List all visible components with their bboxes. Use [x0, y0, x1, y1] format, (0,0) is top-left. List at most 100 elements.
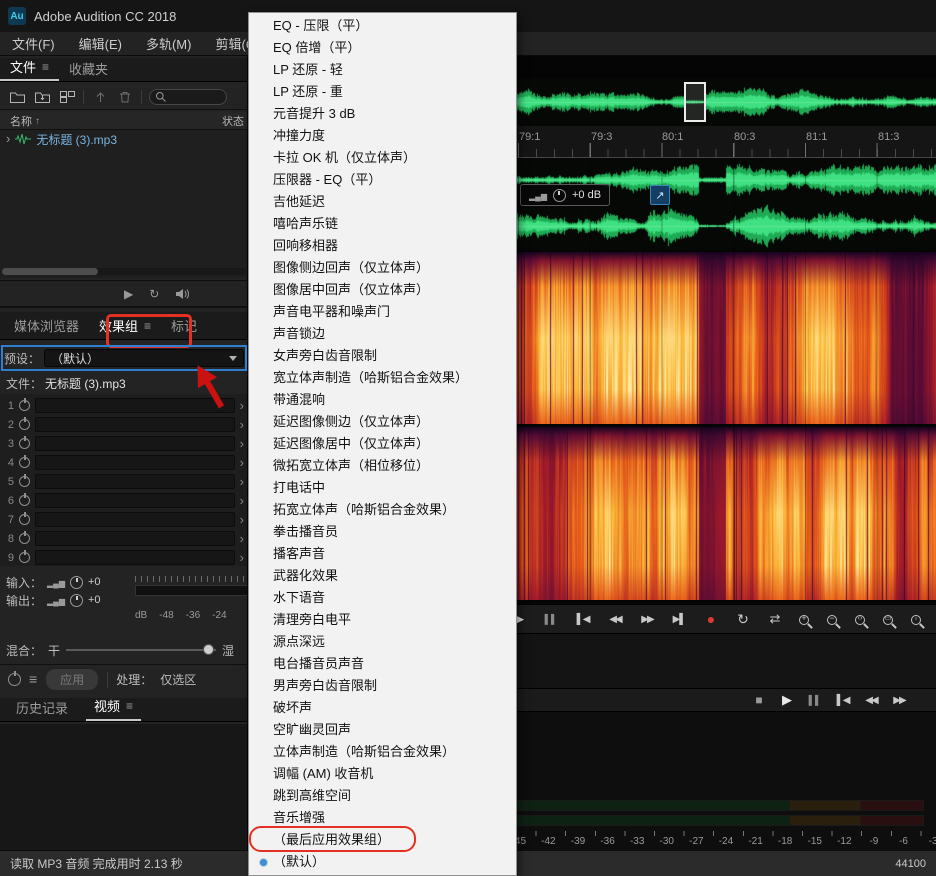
slot-power-icon[interactable] — [19, 419, 30, 430]
preset-menu-item[interactable]: 调幅 (AM) 收音机 — [249, 763, 516, 785]
mix-slider-knob[interactable] — [203, 644, 214, 655]
input-gain-knob[interactable] — [70, 576, 83, 589]
slot-power-icon[interactable] — [19, 457, 30, 468]
preset-menu-item[interactable]: 延迟图像侧边（仅立体声） — [249, 411, 516, 433]
rewind-button[interactable] — [602, 609, 628, 629]
hud-drag-icon[interactable] — [650, 185, 670, 205]
output-gain-knob[interactable] — [70, 594, 83, 607]
preset-menu-item[interactable]: 播客声音 — [249, 543, 516, 565]
slot-power-icon[interactable] — [19, 400, 30, 411]
tab-files[interactable]: 文件 — [0, 56, 59, 81]
record-button[interactable] — [698, 609, 724, 629]
menu-item[interactable]: 多轨(M) — [134, 31, 204, 56]
preview-play-button[interactable] — [124, 286, 133, 301]
play-button[interactable] — [776, 691, 798, 709]
preset-menu-item[interactable]: 女声旁白齿音限制 — [249, 345, 516, 367]
preset-menu-item[interactable]: 水下语音 — [249, 587, 516, 609]
tab-effects-rack[interactable]: 效果组 — [91, 312, 159, 339]
preset-menu-item[interactable]: 电台播音员声音 — [249, 653, 516, 675]
slot-arrow-icon[interactable] — [240, 397, 244, 415]
slot-arrow-icon[interactable] — [240, 511, 244, 529]
column-status[interactable]: 状态 — [222, 113, 244, 129]
import-file-button[interactable] — [33, 89, 51, 105]
preset-menu-item[interactable]: 男声旁白齿音限制 — [249, 675, 516, 697]
preset-menu-item[interactable]: 音乐增强 — [249, 807, 516, 829]
preset-menu-item[interactable]: 回响移相器 — [249, 235, 516, 257]
preset-menu-item[interactable]: EQ - 压限（平） — [249, 15, 516, 37]
slot-arrow-icon[interactable] — [240, 416, 244, 434]
preset-menu-item[interactable]: 延迟图像居中（仅立体声） — [249, 433, 516, 455]
preset-menu-item[interactable]: 破坏声 — [249, 697, 516, 719]
slot-power-icon[interactable] — [19, 514, 30, 525]
skip-selection-button[interactable] — [762, 609, 788, 629]
effect-slot[interactable]: 8 — [4, 530, 244, 547]
slot-arrow-icon[interactable] — [240, 473, 244, 491]
preset-menu-item[interactable]: EQ 倍增（平） — [249, 37, 516, 59]
loop-playback-button[interactable] — [730, 609, 756, 629]
preset-menu-item[interactable]: 清理旁白电平 — [249, 609, 516, 631]
preset-menu-item[interactable]: 打电话中 — [249, 477, 516, 499]
preset-menu-item[interactable]: 微拓宽立体声（相位移位） — [249, 455, 516, 477]
effect-slot[interactable]: 1 — [4, 397, 244, 414]
preset-menu-item[interactable]: 宽立体声制造（哈斯铝合金效果） — [249, 367, 516, 389]
preset-menu-item[interactable]: 声音电平器和噪声门 — [249, 301, 516, 323]
rack-power-toggle[interactable] — [8, 673, 21, 686]
zoom-in-button[interactable] — [792, 609, 816, 629]
rack-list-icon[interactable] — [29, 671, 37, 689]
slot-effect-field[interactable] — [35, 531, 235, 546]
effect-slot[interactable]: 7 — [4, 511, 244, 528]
tab-history[interactable]: 历史记录 — [8, 694, 76, 721]
slot-arrow-icon[interactable] — [240, 435, 244, 453]
zoom-to-selection-button[interactable] — [876, 609, 900, 629]
slot-effect-field[interactable] — [35, 474, 235, 489]
slot-power-icon[interactable] — [19, 495, 30, 506]
slot-effect-field[interactable] — [35, 550, 235, 565]
panel-menu-icon[interactable] — [138, 318, 151, 333]
new-item-button[interactable] — [58, 89, 76, 105]
slot-arrow-icon[interactable] — [240, 454, 244, 472]
slot-effect-field[interactable] — [35, 436, 235, 451]
menu-item[interactable]: 编辑(E) — [67, 31, 134, 56]
horizontal-scrollbar[interactable] — [2, 268, 98, 275]
skip-to-end-button[interactable] — [666, 609, 692, 629]
zoom-in-selection-button[interactable] — [848, 609, 872, 629]
file-row[interactable]: 无标题 (3).mp3 — [0, 130, 248, 148]
search-field[interactable] — [149, 89, 227, 105]
pause-button[interactable] — [804, 691, 826, 709]
slot-power-icon[interactable] — [19, 552, 30, 563]
preset-menu-item[interactable]: 冲撞力度 — [249, 125, 516, 147]
tab-media-browser[interactable]: 媒体浏览器 — [6, 312, 87, 339]
rewind-button[interactable] — [860, 691, 882, 709]
preset-menu-item[interactable]: 拳击播音员 — [249, 521, 516, 543]
slot-effect-field[interactable] — [35, 417, 235, 432]
slot-power-icon[interactable] — [19, 476, 30, 487]
apply-button[interactable]: 应用 — [45, 668, 99, 691]
delete-button[interactable] — [116, 89, 134, 105]
effect-slot[interactable]: 5 — [4, 473, 244, 490]
slot-power-icon[interactable] — [19, 438, 30, 449]
zoom-out-button[interactable] — [820, 609, 844, 629]
preset-menu-item[interactable]: 元音提升 3 dB — [249, 103, 516, 125]
preset-menu-item[interactable]: 吉他延迟 — [249, 191, 516, 213]
fast-forward-button[interactable] — [634, 609, 660, 629]
column-name[interactable]: 名称 — [0, 113, 40, 129]
preset-menu-item[interactable]: 带通混响 — [249, 389, 516, 411]
process-value[interactable]: 仅选区 — [160, 671, 196, 688]
skip-to-start-button[interactable] — [832, 691, 854, 709]
preset-menu-item[interactable]: 压限器 - EQ（平） — [249, 169, 516, 191]
auto-play-button[interactable] — [175, 288, 189, 300]
preset-menu-item[interactable]: 跳到高维空间 — [249, 785, 516, 807]
insert-to-multitrack-button[interactable] — [91, 89, 109, 105]
hud-gain-knob[interactable] — [553, 189, 566, 202]
open-file-button[interactable] — [8, 89, 26, 105]
loop-preview-button[interactable] — [149, 286, 159, 301]
preset-menu-item[interactable]: 拓宽立体声（哈斯铝合金效果） — [249, 499, 516, 521]
skip-to-start-button[interactable] — [570, 609, 596, 629]
effect-slot[interactable]: 3 — [4, 435, 244, 452]
mix-slider[interactable] — [66, 649, 216, 651]
slot-effect-field[interactable] — [35, 493, 235, 508]
preset-menu-item[interactable]: 源点深远 — [249, 631, 516, 653]
fast-forward-button[interactable] — [888, 691, 910, 709]
preset-menu-item[interactable]: 武器化效果 — [249, 565, 516, 587]
effect-slot[interactable]: 2 — [4, 416, 244, 433]
